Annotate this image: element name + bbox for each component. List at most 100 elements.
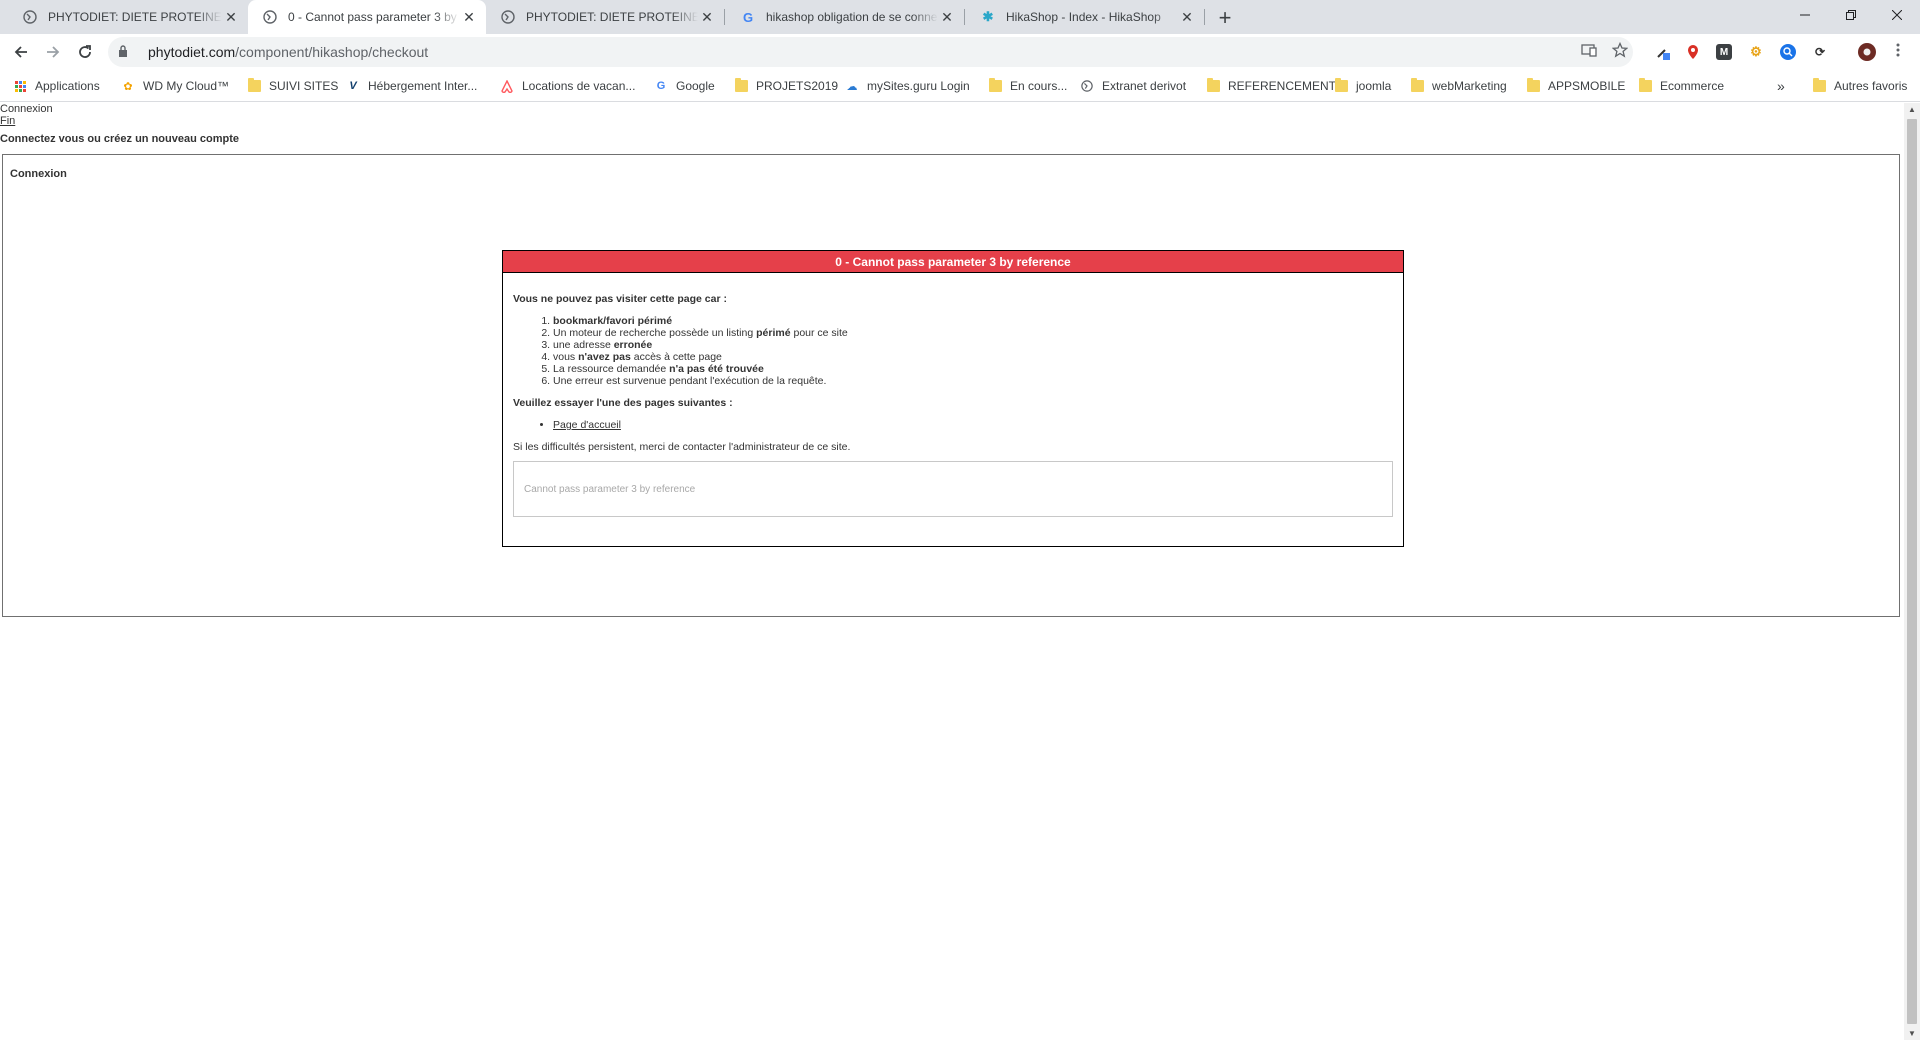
bookmarks-bar: Applications ✿ WD My Cloud™ SUIVI SITES … — [0, 70, 1920, 102]
bookmark-google[interactable]: G Google — [654, 76, 715, 96]
bookmark-joomla[interactable]: joomla — [1334, 76, 1391, 96]
bookmark-ecommerce[interactable]: Ecommerce — [1638, 76, 1724, 96]
close-tab-icon[interactable]: ✕ — [1178, 8, 1196, 26]
lock-icon — [118, 44, 132, 60]
folder-icon — [988, 78, 1002, 93]
error-lead: Vous ne pouvez pas visiter cette page ca… — [513, 293, 727, 305]
bookmark-hebergement[interactable]: V Hébergement Inter... — [346, 76, 477, 96]
close-tab-icon[interactable]: ✕ — [698, 8, 716, 26]
folder-icon — [247, 78, 261, 93]
error-detail-box: Cannot pass parameter 3 by reference — [513, 461, 1393, 517]
forward-button[interactable] — [39, 38, 67, 66]
list-item: bookmark/favori périmé — [553, 315, 1393, 327]
extension-search-icon[interactable] — [1780, 44, 1796, 60]
google-icon: G — [742, 9, 754, 25]
bookmark-label: PROJETS2019 — [756, 79, 839, 93]
folder-icon — [1638, 78, 1652, 93]
cloud-icon: ☁ — [846, 80, 858, 93]
bookmark-appsmobile[interactable]: APPSMOBILE — [1526, 76, 1625, 96]
back-button[interactable] — [7, 38, 35, 66]
close-tab-icon[interactable]: ✕ — [460, 8, 478, 26]
error-reasons-list: bookmark/favori périmé Un moteur de rech… — [553, 315, 1393, 387]
bookmark-label: Hébergement Inter... — [368, 79, 478, 93]
menu-kebab-icon[interactable] — [1889, 41, 1907, 59]
globe-icon — [262, 9, 278, 25]
tab-error-active[interactable]: 0 - Cannot pass parameter 3 by r ✕ — [248, 0, 486, 34]
list-item: vous n'avez pas accès à cette page — [553, 351, 1393, 363]
folder-icon — [1206, 78, 1220, 93]
page-subtitle: Connectez vous ou créez un nouveau compt… — [0, 133, 239, 145]
profile-avatar[interactable] — [1858, 43, 1876, 61]
list-item: Page d'accueil — [553, 419, 1393, 431]
bookmark-label: Applications — [35, 79, 100, 93]
bookmark-wd-my-cloud[interactable]: ✿ WD My Cloud™ — [121, 76, 229, 96]
bookmark-extranet-derivot[interactable]: Extranet derivot — [1080, 76, 1186, 96]
wd-icon: ✿ — [123, 80, 133, 93]
bookmark-label: Extranet derivot — [1102, 79, 1187, 93]
bookmark-webmarketing[interactable]: webMarketing — [1410, 76, 1507, 96]
extension-sync-icon[interactable]: ⟳ — [1812, 44, 1828, 60]
extension-dropper-icon[interactable] — [1655, 44, 1671, 60]
bookmark-label: SUIVI SITES — [269, 79, 339, 93]
error-persist-text: Si les difficultés persistent, merci de … — [513, 441, 851, 453]
tab-phytodiet-2[interactable]: PHYTODIET: DIETE PROTEINE ET C ✕ — [486, 0, 724, 34]
folder-icon — [1812, 78, 1826, 93]
suggested-pages-list: Page d'accueil — [553, 419, 1393, 431]
close-tab-icon[interactable]: ✕ — [222, 8, 240, 26]
reload-button[interactable] — [71, 38, 99, 66]
scroll-up-arrow-icon[interactable]: ▲ — [1908, 105, 1916, 114]
list-item: La ressource demandée n'a pas été trouvé… — [553, 363, 1393, 375]
scroll-down-arrow-icon[interactable]: ▼ — [1908, 1029, 1916, 1038]
globe-icon — [22, 9, 38, 25]
more-bookmarks-button[interactable]: » — [1777, 76, 1785, 96]
restore-button[interactable] — [1828, 0, 1874, 30]
window-close-button[interactable] — [1874, 0, 1920, 30]
address-bar[interactable]: phytodiet.com/component/hikashop/checkou… — [108, 37, 1633, 67]
close-tab-icon[interactable]: ✕ — [938, 8, 956, 26]
folder-icon — [1334, 78, 1348, 93]
bookmark-locations[interactable]: Locations de vacan... — [500, 76, 635, 96]
bookmark-label: webMarketing — [1432, 79, 1507, 93]
bookmark-other-favorites[interactable]: Autres favoris — [1812, 76, 1907, 96]
fin-link[interactable]: Fin — [0, 115, 15, 127]
bookmark-label: WD My Cloud™ — [143, 79, 230, 93]
bookmark-mysites-guru[interactable]: ☁ mySites.guru Login — [845, 76, 970, 96]
bookmark-referencement[interactable]: REFERENCEMENT — [1206, 76, 1336, 96]
connexion-heading-top: Connexion — [0, 103, 53, 115]
tab-phytodiet-1[interactable]: PHYTODIET: DIETE PROTEINE ET C ✕ — [8, 0, 248, 34]
bookmark-label: joomla — [1356, 79, 1392, 93]
bookmark-suivi-sites[interactable]: SUIVI SITES — [247, 76, 338, 96]
bookmark-label: Autres favoris — [1834, 79, 1908, 93]
tab-divider — [964, 9, 965, 25]
bookmark-applications[interactable]: Applications — [13, 76, 100, 96]
minimize-button[interactable] — [1782, 0, 1828, 30]
list-item: une adresse erronée — [553, 339, 1393, 351]
extension-map-pin-icon[interactable] — [1685, 44, 1701, 60]
bookmark-label: Google — [676, 79, 715, 93]
url-text: phytodiet.com/component/hikashop/checkou… — [148, 44, 429, 60]
home-page-link[interactable]: Page d'accueil — [553, 419, 621, 431]
bookmark-projets2019[interactable]: PROJETS2019 — [734, 76, 838, 96]
page-viewport: Connexion Fin Connectez vous ou créez un… — [0, 103, 1904, 1040]
bookmark-star-icon[interactable] — [1611, 41, 1629, 59]
extension-seo-icon[interactable]: ⚙ — [1748, 44, 1764, 60]
folder-icon — [1410, 78, 1424, 93]
tab-title: PHYTODIET: DIETE PROTEINE ET C — [48, 10, 222, 24]
folder-icon — [734, 78, 748, 93]
tab-hikashop[interactable]: ✱ HikaShop - Index - HikaShop ✕ — [966, 0, 1204, 34]
airbnb-icon — [500, 79, 514, 93]
login-title: Connexion — [10, 168, 67, 180]
bookmark-label: APPSMOBILE — [1548, 79, 1626, 93]
new-tab-button[interactable]: + — [1212, 5, 1238, 31]
globe-icon — [1080, 79, 1094, 93]
vertical-scrollbar[interactable]: ▲ ▼ — [1904, 103, 1920, 1040]
tab-divider — [724, 9, 725, 25]
list-item: Une erreur est survenue pendant l'exécut… — [553, 375, 1393, 387]
scrollbar-thumb[interactable] — [1907, 119, 1917, 1024]
tab-title: PHYTODIET: DIETE PROTEINE ET C — [526, 10, 698, 24]
tab-google-search[interactable]: G hikashop obligation de se conne ✕ — [726, 0, 964, 34]
extension-m-icon[interactable]: M — [1716, 44, 1732, 60]
install-app-icon[interactable] — [1580, 41, 1598, 59]
tab-strip: PHYTODIET: DIETE PROTEINE ET C ✕ 0 - Can… — [0, 0, 1920, 34]
bookmark-en-cours[interactable]: En cours... — [988, 76, 1067, 96]
